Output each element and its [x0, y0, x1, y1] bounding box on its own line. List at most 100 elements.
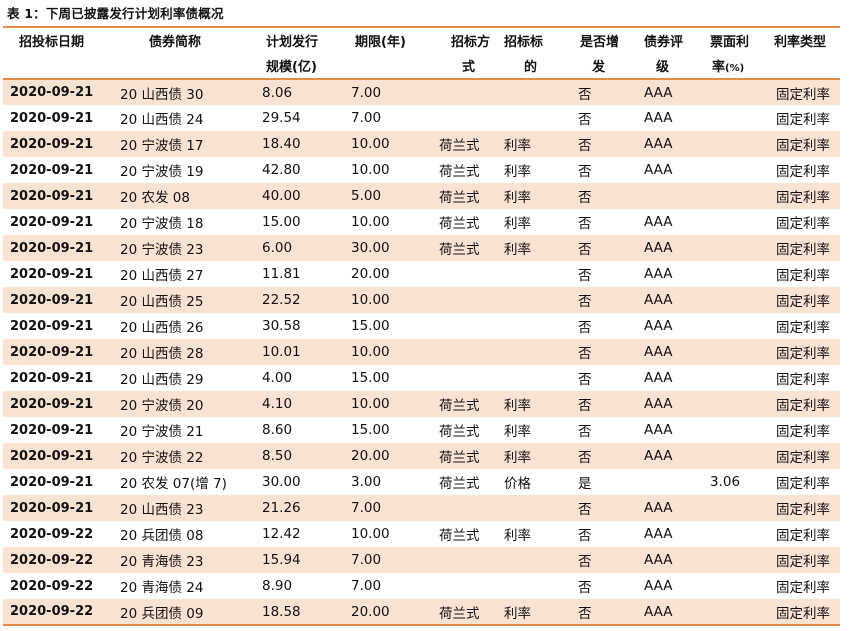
- cell-coupon: [704, 547, 772, 573]
- cell-coupon: [704, 443, 772, 469]
- cell-scale: 4.10: [258, 391, 347, 417]
- cell-coupon: [704, 521, 772, 547]
- cell-coupon: [704, 105, 772, 131]
- header-date: 招投标日期: [3, 26, 117, 53]
- cell-target: [504, 261, 574, 287]
- cell-scale: 30.00: [258, 469, 347, 495]
- table-row: 2020-09-22 20 青海债 23 15.94 7.00 否 AAA 固定利率: [3, 547, 840, 573]
- header-name-cont: [117, 53, 258, 80]
- cell-date: 2020-09-21: [3, 313, 117, 339]
- cell-scale: 6.00: [258, 235, 347, 261]
- cell-rating: [638, 469, 704, 495]
- cell-date: 2020-09-21: [3, 391, 117, 417]
- cell-date: 2020-09-22: [3, 521, 117, 547]
- cell-scale: 18.40: [258, 131, 347, 157]
- cell-target: 利率: [504, 209, 574, 235]
- cell-target: [504, 495, 574, 521]
- cell-term: 7.00: [347, 495, 437, 521]
- cell-bond-name: 20 农发 07(增 7): [117, 469, 258, 495]
- header-method-line2: 式: [437, 53, 504, 80]
- cell-coupon: 3.06: [704, 469, 772, 495]
- cell-rate-type: 固定利率: [772, 235, 840, 261]
- table-row: 2020-09-22 20 青海债 24 8.90 7.00 否 AAA 固定利率: [3, 573, 840, 599]
- cell-rate-type: 固定利率: [772, 443, 840, 469]
- cell-additional: 否: [574, 365, 638, 391]
- cell-rating: AAA: [638, 495, 704, 521]
- cell-date: 2020-09-21: [3, 235, 117, 261]
- header-scale: 计划发行: [258, 26, 347, 53]
- bond-table-container: 招投标日期 债券简称 计划发行 期限(年) 招标方 招标标 是否增 债券评 票面…: [3, 26, 840, 626]
- table-row: 2020-09-21 20 宁波债 19 42.80 10.00 荷兰式 利率否 AAA 固定…: [3, 157, 840, 183]
- table-row: 2020-09-21 20 山西债 25 22.52 10.00 否 AAA 固定利率: [3, 287, 840, 313]
- cell-rate-type: 固定利率: [772, 521, 840, 547]
- cell-target: 利率: [504, 157, 574, 183]
- cell-date: 2020-09-21: [3, 79, 117, 105]
- cell-coupon: [704, 495, 772, 521]
- cell-rate-type: 固定利率: [772, 417, 840, 443]
- cell-method: [437, 547, 504, 573]
- cell-scale: 12.42: [258, 521, 347, 547]
- cell-bond-name: 20 宁波债 20: [117, 391, 258, 417]
- cell-additional: 否: [574, 417, 638, 443]
- cell-method: 荷兰式: [437, 235, 504, 261]
- cell-rating: AAA: [638, 313, 704, 339]
- cell-rating: AAA: [638, 391, 704, 417]
- cell-rating: AAA: [638, 365, 704, 391]
- cell-rating: AAA: [638, 131, 704, 157]
- cell-rate-type: 固定利率: [772, 79, 840, 105]
- cell-term: 20.00: [347, 443, 437, 469]
- cell-coupon: [704, 183, 772, 209]
- table-row: 2020-09-21 20 宁波债 18 15.00 10.00 荷兰式 利率否 AAA 固定…: [3, 209, 840, 235]
- cell-scale: 21.26: [258, 495, 347, 521]
- cell-date: 2020-09-22: [3, 573, 117, 599]
- header-name: 债券简称: [117, 26, 258, 53]
- cell-date: 2020-09-21: [3, 495, 117, 521]
- cell-date: 2020-09-21: [3, 443, 117, 469]
- cell-target: [504, 79, 574, 105]
- header-coupon: 票面利: [704, 26, 772, 53]
- header-coupon-unit: (%): [725, 63, 745, 74]
- cell-bond-name: 20 山西债 25: [117, 287, 258, 313]
- header-scale-line2: 规模(亿): [258, 53, 347, 80]
- cell-coupon: [704, 209, 772, 235]
- cell-method: 荷兰式: [437, 131, 504, 157]
- cell-additional: 否: [574, 287, 638, 313]
- table-row: 2020-09-21 20 宁波债 22 8.50 20.00 荷兰式 利率否 AAA 固定利…: [3, 443, 840, 469]
- cell-rate-type: 固定利率: [772, 261, 840, 287]
- cell-date: 2020-09-22: [3, 599, 117, 626]
- cell-target: 利率: [504, 235, 574, 261]
- table-row: 2020-09-22 20 兵团债 09 18.58 20.00 荷兰式 利率否 AAA 固定…: [3, 599, 840, 626]
- cell-scale: 8.90: [258, 573, 347, 599]
- cell-target: 价格: [504, 469, 574, 495]
- cell-rating: AAA: [638, 599, 704, 626]
- cell-rating: AAA: [638, 547, 704, 573]
- cell-rate-type: 固定利率: [772, 469, 840, 495]
- cell-additional: 否: [574, 235, 638, 261]
- cell-term: 7.00: [347, 547, 437, 573]
- cell-target: 利率: [504, 183, 574, 209]
- cell-coupon: [704, 131, 772, 157]
- cell-bond-name: 20 兵团债 09: [117, 599, 258, 626]
- cell-method: 荷兰式: [437, 157, 504, 183]
- cell-term: 20.00: [347, 261, 437, 287]
- cell-rate-type: 固定利率: [772, 157, 840, 183]
- cell-rating: [638, 183, 704, 209]
- cell-additional: 否: [574, 339, 638, 365]
- cell-target: 利率: [504, 521, 574, 547]
- cell-rate-type: 固定利率: [772, 313, 840, 339]
- cell-scale: 40.00: [258, 183, 347, 209]
- cell-method: [437, 573, 504, 599]
- cell-additional: 否: [574, 573, 638, 599]
- header-rating: 债券评: [638, 26, 704, 53]
- cell-term: 10.00: [347, 209, 437, 235]
- cell-rating: AAA: [638, 261, 704, 287]
- cell-additional: 是: [574, 469, 638, 495]
- cell-rate-type: 固定利率: [772, 573, 840, 599]
- cell-bond-name: 20 山西债 24: [117, 105, 258, 131]
- cell-scale: 22.52: [258, 287, 347, 313]
- cell-bond-name: 20 山西债 26: [117, 313, 258, 339]
- cell-additional: 否: [574, 313, 638, 339]
- cell-coupon: [704, 573, 772, 599]
- cell-method: 荷兰式: [437, 417, 504, 443]
- cell-bond-name: 20 山西债 23: [117, 495, 258, 521]
